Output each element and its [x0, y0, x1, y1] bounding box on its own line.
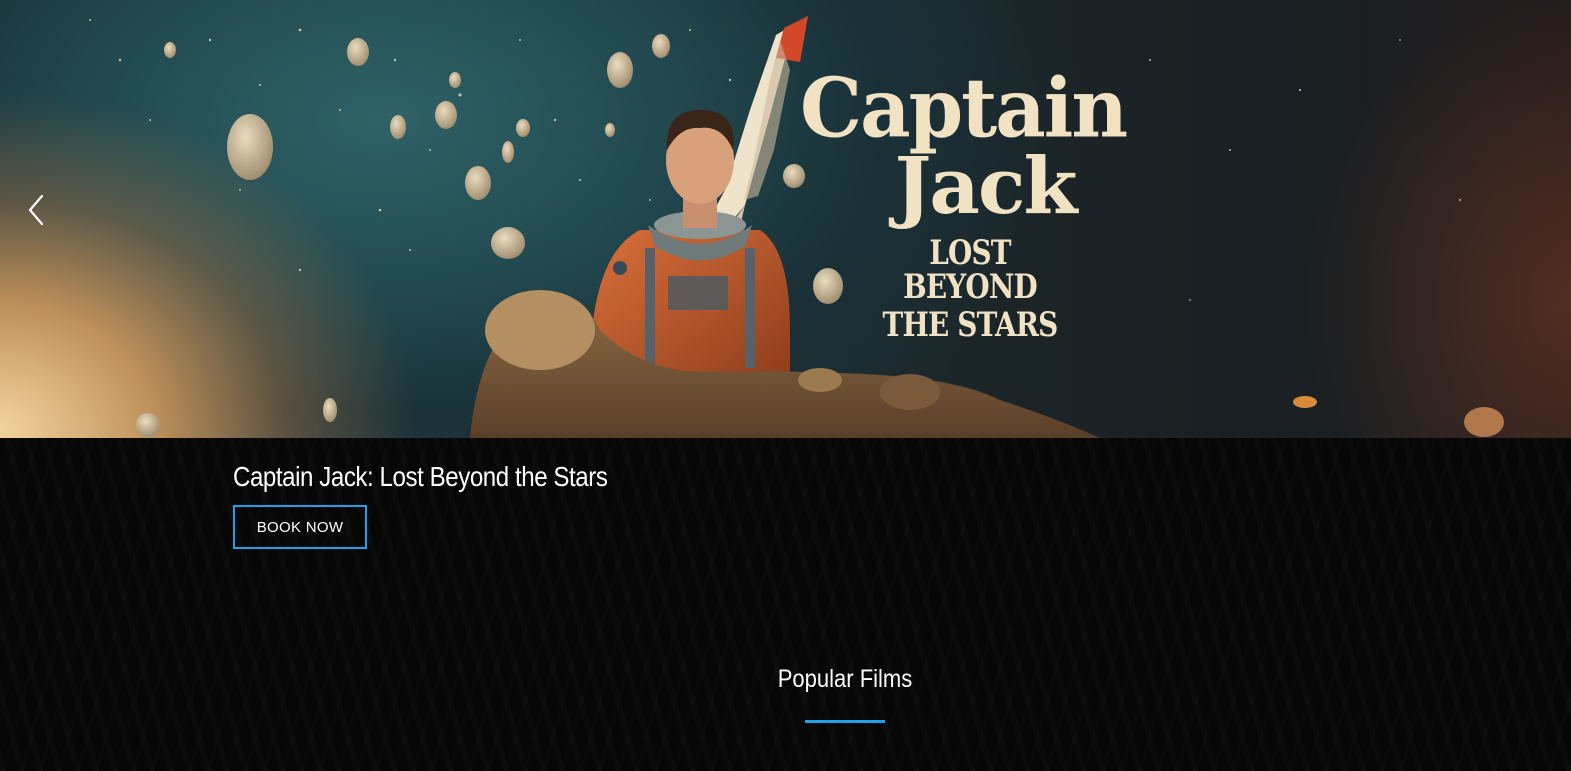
poster-title-art: Captain Jack LOST BEYOND THE STARS: [800, 60, 1128, 345]
book-now-button[interactable]: BOOK NOW: [233, 505, 367, 549]
hero-artwork: [89, 16, 1504, 438]
hero-banner[interactable]: Captain Jack LOST BEYOND THE STARS: [0, 0, 1571, 438]
page: Captain Jack LOST BEYOND THE STARS Capta…: [0, 0, 1571, 771]
poster-subtitle-line2: THE STARS: [882, 305, 1059, 345]
section-underline: [805, 720, 885, 723]
poster-title-line2: Jack: [894, 141, 1078, 232]
section-heading: Popular Films: [777, 665, 913, 693]
poster-subtitle-line1: LOST BEYOND: [903, 233, 1038, 307]
chevron-left-icon[interactable]: [24, 192, 50, 228]
film-title: Captain Jack: Lost Beyond the Stars: [233, 461, 608, 492]
poster-title-line1: Captain: [800, 60, 1128, 157]
